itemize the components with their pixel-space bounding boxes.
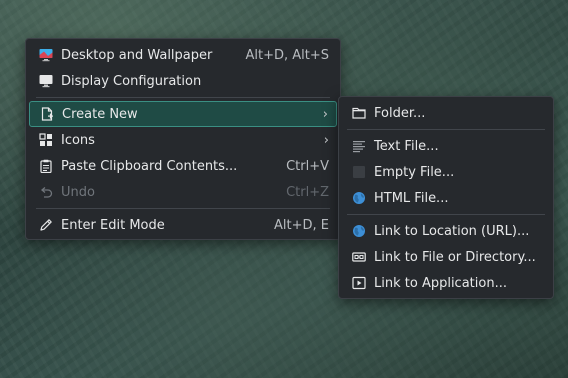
menu-item-undo[interactable]: Undo Ctrl+Z xyxy=(29,179,337,205)
submenu-item-label: Link to Location (URL)... xyxy=(374,223,530,239)
submenu-item-link-application[interactable]: Link to Application... xyxy=(342,270,550,296)
application-icon xyxy=(352,276,366,290)
empty-file-icon xyxy=(352,165,366,179)
menu-item-label: Create New xyxy=(62,106,138,122)
menu-separator xyxy=(347,129,545,130)
submenu-item-link-file[interactable]: Link to File or Directory... xyxy=(342,244,550,270)
undo-icon xyxy=(39,185,53,199)
submenu-item-link-url[interactable]: Link to Location (URL)... xyxy=(342,218,550,244)
new-document-icon xyxy=(40,107,54,121)
menu-item-display-configuration[interactable]: Display Configuration xyxy=(29,68,337,94)
menu-separator xyxy=(36,208,330,209)
menu-item-icons[interactable]: Icons › xyxy=(29,127,337,153)
chevron-right-icon: › xyxy=(323,132,329,148)
menu-item-desktop-wallpaper[interactable]: Desktop and Wallpaper Alt+D, Alt+S xyxy=(29,42,337,68)
menu-item-shortcut: Alt+D, E xyxy=(274,217,329,233)
menu-item-label: Paste Clipboard Contents... xyxy=(61,158,238,174)
chevron-right-icon: › xyxy=(322,106,328,122)
menu-item-label: Display Configuration xyxy=(61,73,202,89)
menu-item-label: Icons xyxy=(61,132,95,148)
menu-item-shortcut: Alt+D, Alt+S xyxy=(245,47,329,63)
monitor-icon xyxy=(39,74,53,88)
submenu-item-folder[interactable]: Folder... xyxy=(342,100,550,126)
text-file-icon xyxy=(352,139,366,153)
pencil-icon xyxy=(39,218,53,232)
menu-item-label: Undo xyxy=(61,184,95,200)
globe-icon xyxy=(352,191,366,205)
submenu-item-label: Empty File... xyxy=(374,164,455,180)
create-new-submenu: Folder... Text File... Empty File... HTM… xyxy=(338,96,554,299)
globe-icon xyxy=(352,224,366,238)
submenu-item-html-file[interactable]: HTML File... xyxy=(342,185,550,211)
menu-item-enter-edit-mode[interactable]: Enter Edit Mode Alt+D, E xyxy=(29,212,337,238)
submenu-item-label: Link to Application... xyxy=(374,275,507,291)
menu-item-label: Desktop and Wallpaper xyxy=(61,47,213,63)
clipboard-icon xyxy=(39,159,53,173)
menu-item-label: Enter Edit Mode xyxy=(61,217,165,233)
desktop-wallpaper-icon xyxy=(39,48,53,62)
submenu-item-label: Text File... xyxy=(374,138,439,154)
folder-icon xyxy=(352,106,366,120)
submenu-item-text-file[interactable]: Text File... xyxy=(342,133,550,159)
submenu-item-label: HTML File... xyxy=(374,190,449,206)
menu-item-paste[interactable]: Paste Clipboard Contents... Ctrl+V xyxy=(29,153,337,179)
submenu-item-empty-file[interactable]: Empty File... xyxy=(342,159,550,185)
desktop-context-menu: Desktop and Wallpaper Alt+D, Alt+S Displ… xyxy=(25,38,341,240)
menu-item-shortcut: Ctrl+Z xyxy=(286,184,329,200)
menu-separator xyxy=(36,97,330,98)
menu-separator xyxy=(347,214,545,215)
submenu-item-label: Link to File or Directory... xyxy=(374,249,536,265)
grid-icon xyxy=(39,133,53,147)
menu-item-shortcut: Ctrl+V xyxy=(286,158,329,174)
link-drive-icon xyxy=(352,250,366,264)
menu-item-create-new[interactable]: Create New › xyxy=(29,101,337,127)
submenu-item-label: Folder... xyxy=(374,105,426,121)
